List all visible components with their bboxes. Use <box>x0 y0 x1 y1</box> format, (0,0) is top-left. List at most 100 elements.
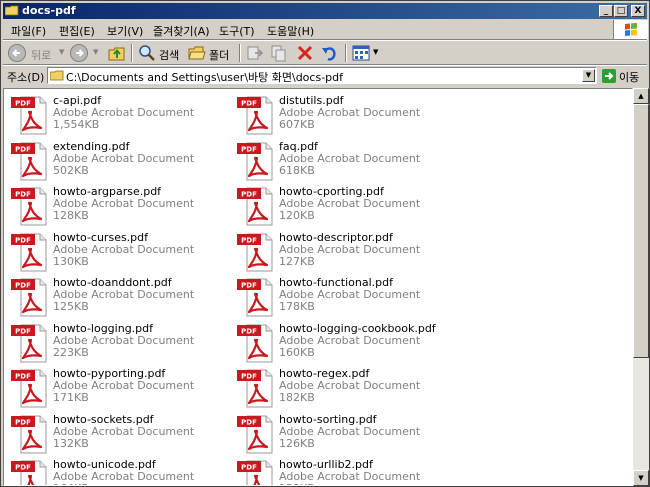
menu-tools[interactable]: 도구(T) <box>219 23 255 39</box>
menu-favorites[interactable]: 즐겨찾기(A) <box>153 23 210 39</box>
copy-to-button[interactable] <box>269 43 291 63</box>
folders-label: 폴더 <box>209 49 230 62</box>
file-item[interactable]: PDF howto-doanddont.pdf Adobe Acrobat Do… <box>10 276 230 320</box>
svg-text:PDF: PDF <box>241 464 257 472</box>
explorer-window: docs-pdf _ □ X 파일(F) 편집(E) 보기(V) 즐겨찾기(A)… <box>0 0 650 487</box>
close-button[interactable]: X <box>631 5 645 17</box>
views-grid-icon <box>352 45 370 61</box>
file-item[interactable]: PDF howto-urllib2.pdf Adobe Acrobat Docu… <box>236 458 456 485</box>
file-item[interactable]: PDF howto-sockets.pdf Adobe Acrobat Docu… <box>10 413 230 457</box>
folders-icon <box>188 46 206 60</box>
svg-text:PDF: PDF <box>15 373 31 381</box>
svg-text:PDF: PDF <box>241 327 257 335</box>
svg-text:PDF: PDF <box>241 100 257 108</box>
file-item[interactable]: PDF howto-pyporting.pdf Adobe Acrobat Do… <box>10 367 230 411</box>
address-input[interactable]: C:\Documents and Settings\user\바탕 화면\doc… <box>47 67 597 84</box>
file-size: 127KB <box>279 254 315 268</box>
file-item[interactable]: PDF howto-unicode.pdf Adobe Acrobat Docu… <box>10 458 230 485</box>
address-dropdown-button[interactable]: ▼ <box>582 69 595 82</box>
undo-button[interactable] <box>319 43 341 63</box>
menu-help[interactable]: 도움말(H) <box>267 23 314 39</box>
pdf-file-icon: PDF <box>237 369 273 408</box>
pdf-file-icon: PDF <box>11 369 47 408</box>
pdf-file-icon: PDF <box>11 278 47 317</box>
folders-button[interactable]: 폴더 <box>187 43 235 63</box>
file-size: 171KB <box>53 391 89 404</box>
pdf-file-icon: PDF <box>237 187 273 226</box>
title-bar[interactable]: docs-pdf _ □ X <box>3 3 647 19</box>
menu-bar: 파일(F) 편집(E) 보기(V) 즐겨찾기(A) 도구(T) 도움말(H) <box>3 20 613 39</box>
svg-text:PDF: PDF <box>15 191 31 199</box>
svg-text:PDF: PDF <box>15 100 31 108</box>
file-item[interactable]: PDF faq.pdf Adobe Acrobat Document 618KB <box>236 140 456 184</box>
file-item[interactable]: PDF howto-argparse.pdf Adobe Acrobat Doc… <box>10 185 230 229</box>
pdf-file-icon: PDF <box>237 96 273 135</box>
up-folder-icon <box>108 47 125 61</box>
file-item[interactable]: PDF extending.pdf Adobe Acrobat Document… <box>10 140 230 184</box>
file-item[interactable]: PDF howto-sorting.pdf Adobe Acrobat Docu… <box>236 413 456 457</box>
svg-text:PDF: PDF <box>15 327 31 335</box>
file-size: 618KB <box>279 163 315 177</box>
window-title: docs-pdf <box>22 4 76 17</box>
menu-file[interactable]: 파일(F) <box>11 23 46 39</box>
go-button[interactable]: 이동 <box>601 67 647 85</box>
forward-button[interactable]: ▼ <box>69 43 101 63</box>
move-to-button[interactable] <box>245 43 267 63</box>
minimize-button[interactable]: _ <box>599 5 613 17</box>
svg-text:PDF: PDF <box>241 373 257 381</box>
pdf-file-icon: PDF <box>11 460 47 485</box>
file-size: 607KB <box>279 118 315 131</box>
file-item[interactable]: PDF c-api.pdf Adobe Acrobat Document 1,5… <box>10 94 230 138</box>
search-label: 검색 <box>159 49 180 62</box>
pdf-file-icon: PDF <box>11 142 47 180</box>
up-folder-button[interactable] <box>107 43 129 63</box>
back-arrow-icon <box>8 44 26 62</box>
svg-text:PDF: PDF <box>241 282 257 290</box>
file-item[interactable]: PDF howto-regex.pdf Adobe Acrobat Docume… <box>236 367 456 411</box>
file-item[interactable]: PDF howto-cporting.pdf Adobe Acrobat Doc… <box>236 185 456 229</box>
search-icon <box>139 45 155 61</box>
file-list[interactable]: PDF c-api.pdf Adobe Acrobat Document 1,5… <box>3 88 633 486</box>
folder-icon <box>5 5 19 16</box>
back-label: 뒤로 <box>31 49 52 62</box>
forward-dropdown-icon[interactable]: ▼ <box>93 48 98 56</box>
file-size: 125KB <box>53 300 89 313</box>
file-size: 153KB <box>279 482 315 485</box>
file-item[interactable]: PDF howto-curses.pdf Adobe Acrobat Docum… <box>10 231 230 275</box>
file-size: 502KB <box>53 163 89 177</box>
svg-text:PDF: PDF <box>241 236 257 244</box>
file-size: 126KB <box>279 436 315 450</box>
back-button[interactable]: 뒤로 ▼ <box>7 43 67 63</box>
back-dropdown-icon[interactable]: ▼ <box>59 48 64 56</box>
pdf-file-icon: PDF <box>237 142 273 180</box>
copy-to-icon <box>271 45 286 62</box>
file-item[interactable]: PDF howto-functional.pdf Adobe Acrobat D… <box>236 276 456 320</box>
svg-text:PDF: PDF <box>15 418 31 426</box>
svg-text:PDF: PDF <box>15 464 31 472</box>
undo-icon <box>322 47 336 61</box>
file-item[interactable]: PDF howto-logging.pdf Adobe Acrobat Docu… <box>10 322 230 366</box>
standard-toolbar: 뒤로 ▼ ▼ 검색 폴더 ▼ <box>3 41 647 65</box>
menu-edit[interactable]: 편집(E) <box>59 23 95 39</box>
vertical-scrollbar[interactable]: ▲ ▼ <box>633 88 649 486</box>
scroll-up-button[interactable]: ▲ <box>633 88 649 104</box>
address-bar: 주소(D) C:\Documents and Settings\user\바탕 … <box>3 66 647 86</box>
windows-flag-icon <box>625 22 637 36</box>
file-item[interactable]: PDF howto-logging-cookbook.pdf Adobe Acr… <box>236 322 456 366</box>
file-size: 160KB <box>279 345 315 359</box>
pdf-file-icon: PDF <box>11 187 47 226</box>
forward-arrow-icon <box>70 44 88 62</box>
svg-text:PDF: PDF <box>15 145 31 153</box>
views-dropdown-icon[interactable]: ▼ <box>373 48 378 56</box>
scroll-down-button[interactable]: ▼ <box>633 470 649 486</box>
pdf-file-icon: PDF <box>11 415 47 453</box>
menu-view[interactable]: 보기(V) <box>107 23 143 39</box>
file-item[interactable]: PDF distutils.pdf Adobe Acrobat Document… <box>236 94 456 138</box>
search-button[interactable]: 검색 <box>137 43 185 63</box>
move-to-icon <box>247 46 264 60</box>
views-button[interactable]: ▼ <box>351 43 383 63</box>
delete-button[interactable] <box>295 43 317 63</box>
scrollbar-thumb[interactable] <box>633 104 649 358</box>
file-item[interactable]: PDF howto-descriptor.pdf Adobe Acrobat D… <box>236 231 456 275</box>
maximize-button[interactable]: □ <box>614 5 628 17</box>
